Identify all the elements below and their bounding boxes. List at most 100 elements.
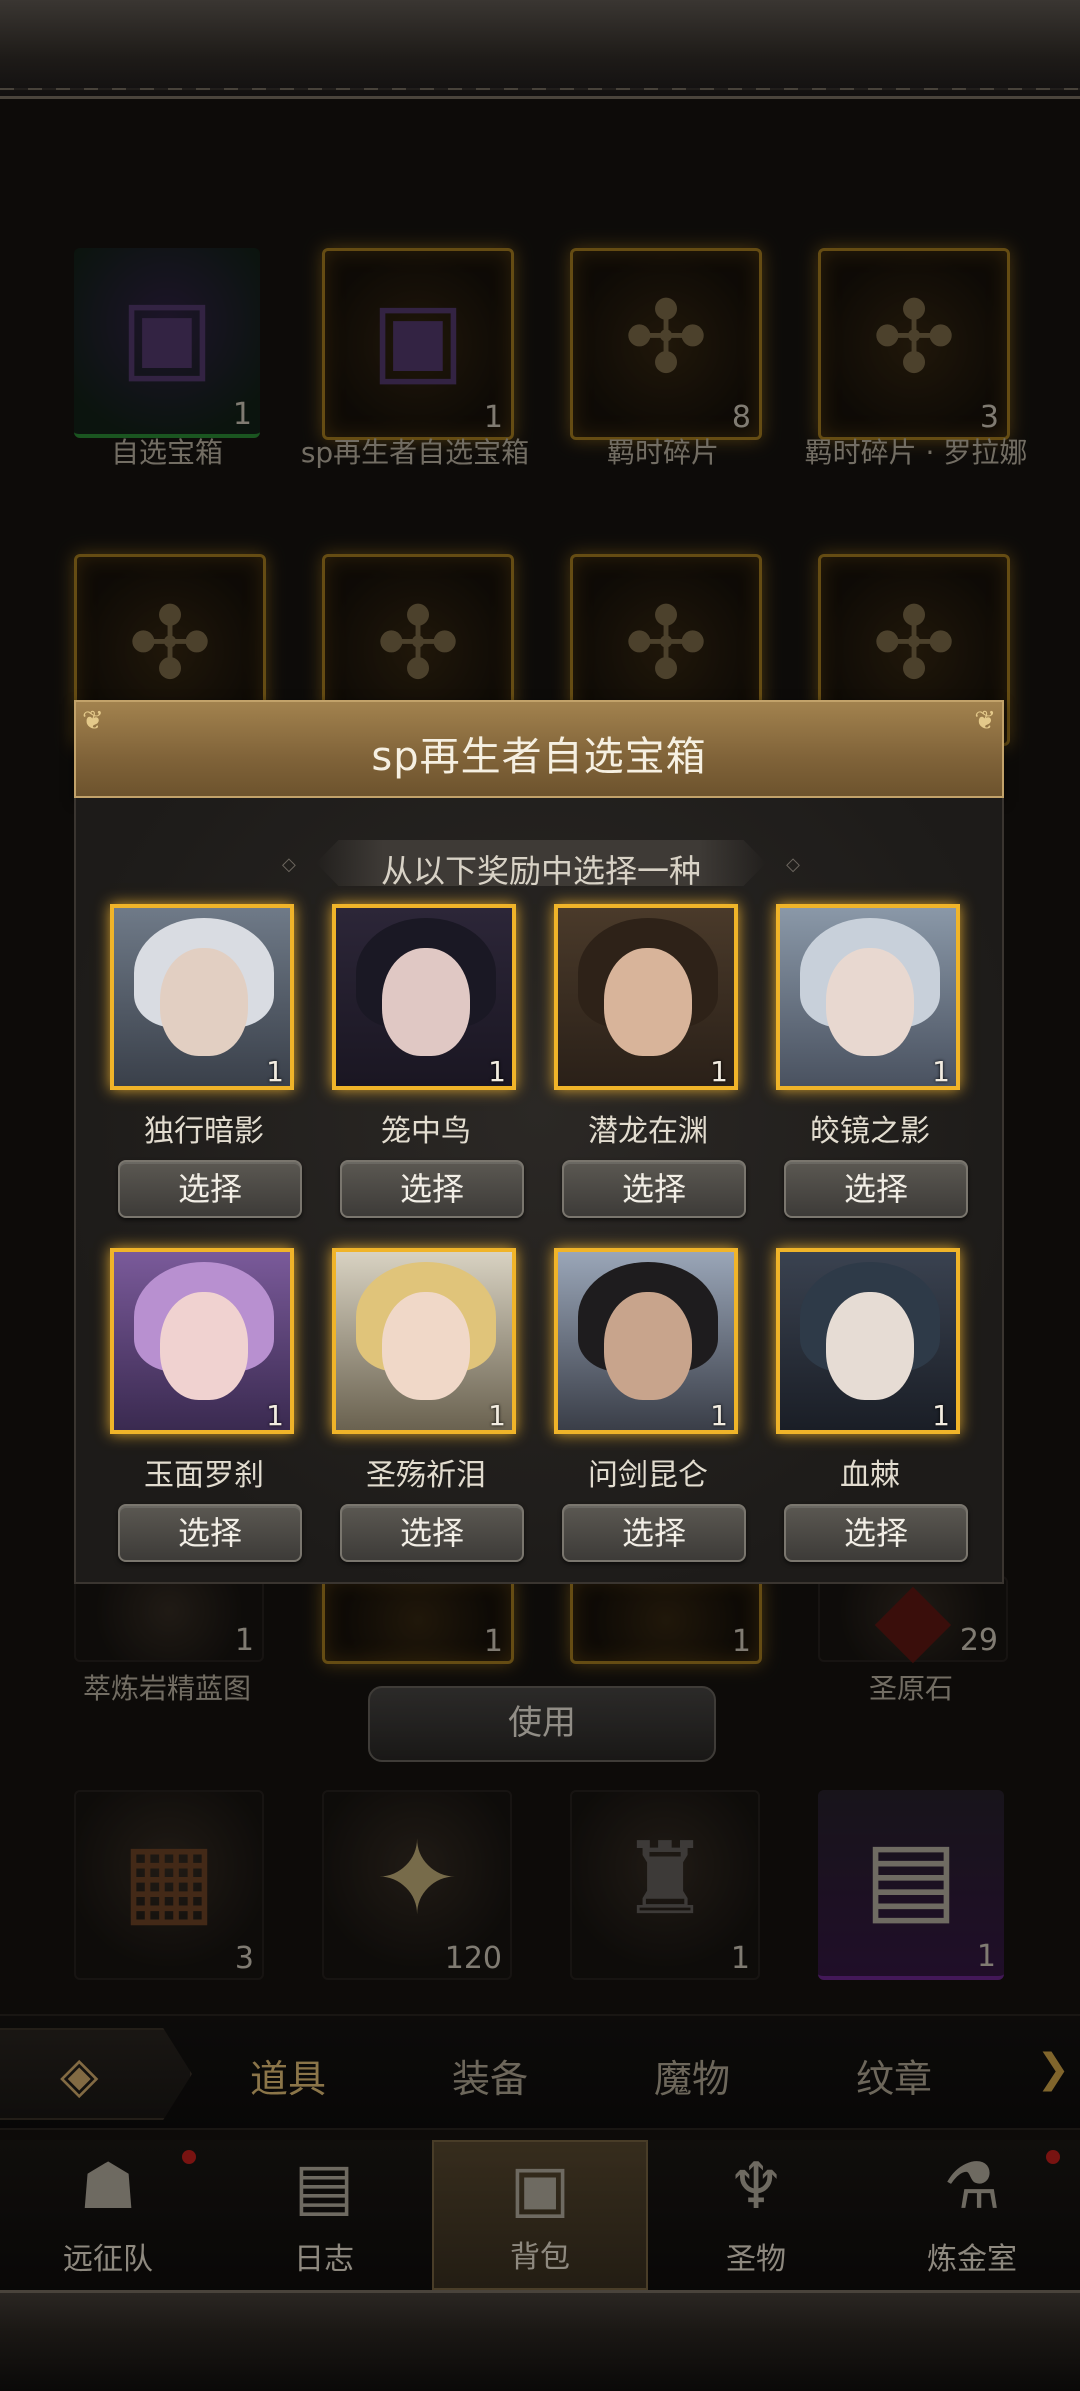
inventory-slot[interactable]: 1: [322, 1576, 514, 1664]
item-count: 1: [232, 397, 252, 432]
chest-icon: ▣: [370, 279, 466, 396]
nav-label: 圣物: [726, 2242, 786, 2277]
hero-portrait[interactable]: 1: [332, 1248, 516, 1434]
select-button[interactable]: 选择: [118, 1160, 302, 1218]
chest-icon: ▣: [119, 276, 215, 393]
nav-journal[interactable]: ▤ 日志: [216, 2140, 432, 2290]
dialog-subtitle: 从以下奖励中选择一种: [380, 852, 701, 890]
select-button[interactable]: 选择: [340, 1160, 524, 1218]
nav-label: 日志: [294, 2242, 354, 2277]
reward-name: 皎镜之影: [810, 1114, 930, 1149]
inventory-slot[interactable]: ✦ 120: [322, 1790, 512, 1980]
notification-badge: [1046, 2150, 1060, 2164]
reward-name: 潜龙在渊: [588, 1114, 708, 1149]
item-count: 29: [959, 1623, 998, 1658]
tab-items[interactable]: 道具: [250, 2048, 326, 2103]
tab-equipment[interactable]: 装备: [452, 2048, 528, 2103]
item-count: 1: [730, 1941, 750, 1976]
use-button[interactable]: 使用: [368, 1686, 716, 1762]
diamond-icon: ◇: [786, 854, 800, 875]
reward-name: 问剑昆仑: [588, 1458, 708, 1493]
item-label: 自选宝箱: [110, 436, 223, 469]
puzzle-piece-icon: ✣: [624, 585, 708, 702]
nav-backpack[interactable]: ▣ 背包: [432, 2140, 648, 2290]
item-count: 3: [234, 1941, 254, 1976]
chevron-right-icon[interactable]: ❯: [1036, 2046, 1070, 2092]
select-button[interactable]: 选择: [562, 1504, 746, 1562]
hero-portrait[interactable]: 1: [554, 904, 738, 1090]
reward-count: 1: [710, 1055, 728, 1088]
dialog-title: sp再生者自选宝箱: [371, 734, 707, 780]
scroll-icon: ▤: [293, 2150, 355, 2224]
bottom-ornament-bar: [0, 2290, 1080, 2391]
treasure-chest-icon: ▦: [121, 1820, 217, 1937]
reward-name: 独行暗影: [144, 1114, 264, 1149]
nav-alchemy[interactable]: ⚗ 炼金室: [864, 2140, 1080, 2290]
inventory-slot[interactable]: ▣ 1: [74, 248, 260, 438]
reward-count: 1: [710, 1399, 728, 1432]
puzzle-piece-icon: ✣: [624, 279, 708, 396]
puzzle-piece-icon: ✣: [872, 279, 956, 396]
inventory-slot[interactable]: ✣ 3: [818, 248, 1010, 440]
item-label: sp再生者自选宝箱: [300, 436, 530, 469]
item-count: 3: [979, 400, 999, 435]
notification-badge: [182, 2150, 196, 2164]
item-count: 1: [483, 1624, 503, 1659]
reward-select-dialog: ❦ ❦ sp再生者自选宝箱 ◇ 从以下奖励中选择一种 ◇ 1 独行暗影 选择 1…: [74, 700, 1004, 1584]
inventory-slot[interactable]: ✣ 8: [570, 248, 762, 440]
select-button[interactable]: 选择: [784, 1160, 968, 1218]
hero-portrait[interactable]: 1: [776, 904, 960, 1090]
item-count: 1: [234, 1623, 254, 1658]
reward-count: 1: [266, 1055, 284, 1088]
nav-label: 炼金室: [927, 2242, 1017, 2277]
inventory-slot[interactable]: ♜ 1: [570, 1790, 760, 1980]
tab-monsters[interactable]: 魔物: [654, 2048, 730, 2103]
nav-expedition[interactable]: ☗ 远征队: [0, 2140, 216, 2290]
dialog-subtitle-banner: ◇ 从以下奖励中选择一种 ◇: [282, 840, 800, 890]
item-count: 1: [976, 1939, 996, 1974]
hero-portrait[interactable]: 1: [110, 904, 294, 1090]
inventory-slot[interactable]: 1: [74, 1576, 264, 1662]
hero-portrait[interactable]: 1: [554, 1248, 738, 1434]
item-label: 羁时碎片: [606, 436, 719, 469]
select-button[interactable]: 选择: [784, 1504, 968, 1562]
inventory-slot[interactable]: ▦ 3: [74, 1790, 264, 1980]
armor-torso-icon: ♜: [620, 1820, 710, 1937]
dialog-header: ❦ ❦ sp再生者自选宝箱: [74, 700, 1004, 798]
reward-count: 1: [488, 1055, 506, 1088]
inventory-slot[interactable]: ▤ 1: [818, 1790, 1004, 1980]
puzzle-piece-icon: ✣: [128, 585, 212, 702]
item-count: 1: [483, 400, 503, 435]
inventory-slot[interactable]: 1: [570, 1576, 762, 1664]
bottom-nav: ☗ 远征队 ▤ 日志 ▣ 背包 ♆ 圣物 ⚗ 炼金室: [0, 2140, 1080, 2290]
select-button[interactable]: 选择: [562, 1160, 746, 1218]
nav-label: 背包: [510, 2240, 570, 2275]
dialog-body: ◇ 从以下奖励中选择一种 ◇ 1 独行暗影 选择 1 笼中鸟 选择 1 潜龙在渊…: [74, 798, 1004, 1584]
item-count: 120: [444, 1941, 502, 1976]
star-crystal-icon: ✦: [375, 1820, 459, 1937]
hero-portrait[interactable]: 1: [110, 1248, 294, 1434]
category-tab-bar: ◈ 道具 装备 魔物 纹章 ❯: [0, 2014, 1080, 2130]
puzzle-piece-icon: ✣: [376, 585, 460, 702]
reward-count: 1: [932, 1055, 950, 1088]
reward-count: 1: [488, 1399, 506, 1432]
reward-count: 1: [932, 1399, 950, 1432]
item-count: 1: [731, 1624, 751, 1659]
tab-emblems[interactable]: 纹章: [856, 2048, 932, 2103]
tab-collapse-button[interactable]: ◈: [0, 2028, 192, 2120]
item-label: 圣原石: [868, 1672, 953, 1705]
select-button[interactable]: 选择: [340, 1504, 524, 1562]
nav-label: 远征队: [63, 2242, 153, 2277]
inventory-slot[interactable]: ◆ 29: [818, 1558, 1008, 1675]
chalice-icon: ♆: [727, 2150, 785, 2224]
puzzle-piece-icon: ✣: [872, 585, 956, 702]
inventory-slot[interactable]: ▣ 1: [322, 248, 514, 440]
reward-count: 1: [266, 1399, 284, 1432]
hero-portrait[interactable]: 1: [776, 1248, 960, 1434]
select-button[interactable]: 选择: [118, 1504, 302, 1562]
reward-name: 玉面罗刹: [144, 1458, 264, 1493]
reward-name: 笼中鸟: [381, 1114, 471, 1149]
item-count: 8: [731, 400, 751, 435]
hero-portrait[interactable]: 1: [332, 904, 516, 1090]
nav-relics[interactable]: ♆ 圣物: [648, 2140, 864, 2290]
